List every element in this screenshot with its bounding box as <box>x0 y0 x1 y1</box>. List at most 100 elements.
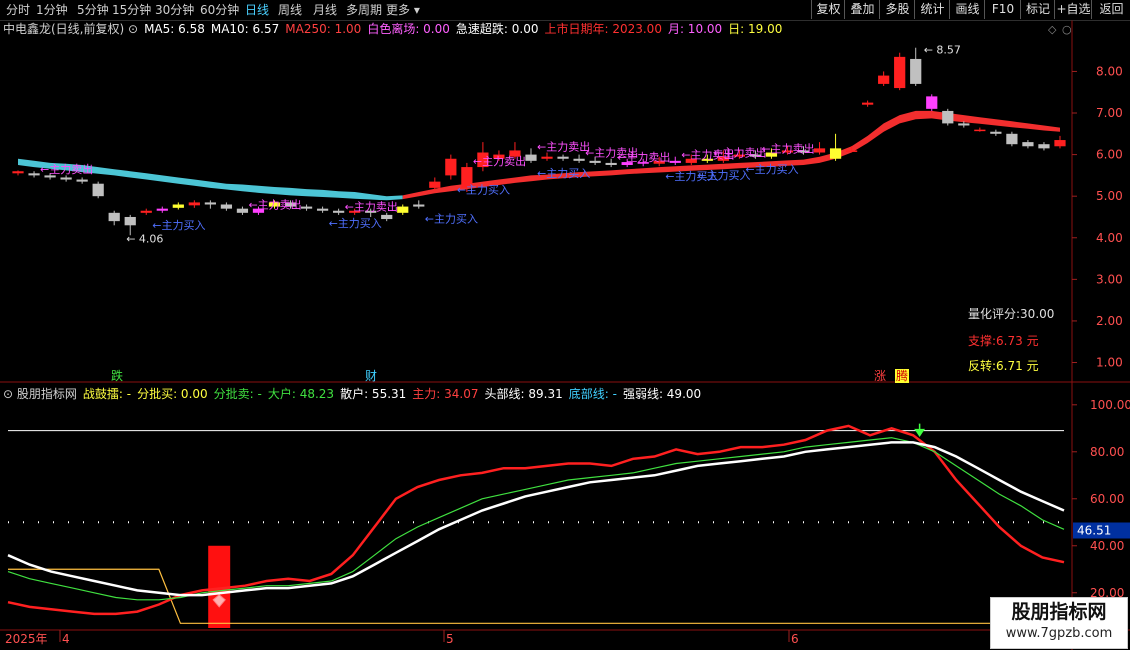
buy-signal-label: ←主力买入 <box>152 219 205 232</box>
candle-body <box>236 208 249 213</box>
candle-body <box>60 177 72 180</box>
toolbar-button[interactable]: +自选 <box>1054 0 1092 19</box>
candle-body <box>429 181 441 188</box>
sell-signal-label: ←主力卖出 <box>473 154 526 168</box>
candle-body <box>926 96 938 109</box>
indicator-value: 分批卖: - <box>214 386 262 401</box>
toolbar-button[interactable]: F10 <box>984 0 1021 19</box>
candle <box>92 181 104 199</box>
candle <box>974 127 986 132</box>
y-tick-label: 3.00 <box>1096 272 1123 286</box>
period-tab[interactable]: 月线 <box>313 2 337 18</box>
circle-icon: ○ <box>1062 23 1072 36</box>
candle-body <box>413 204 425 207</box>
candle <box>188 200 200 208</box>
last-value-text: 46.51 <box>1077 523 1111 537</box>
candle-body <box>894 56 906 89</box>
candle-body <box>124 216 136 226</box>
toolbar-button[interactable]: 多股 <box>879 0 915 19</box>
toolbar-button[interactable]: 叠加 <box>844 0 880 19</box>
candle-body <box>878 75 890 84</box>
indicator-value: 战鼓擂: - <box>83 387 131 401</box>
candle <box>557 154 569 161</box>
header-value: 上市日期年: 2023.00 <box>544 21 661 36</box>
toolbar-button[interactable]: 复权 <box>811 0 845 19</box>
candle <box>316 206 329 213</box>
candle-body <box>381 214 393 220</box>
period-tab[interactable]: 日线 <box>245 2 269 18</box>
sell-signal-label: ←主力卖出 <box>345 200 398 214</box>
header-value: MA10: 6.57 <box>211 22 279 36</box>
y-tick-label: 60.00 <box>1090 492 1124 506</box>
candle-body <box>605 162 617 165</box>
buy-signal-label: ←主力买入 <box>457 184 510 197</box>
candle <box>445 154 457 180</box>
indicator-value: 分批买: 0.00 <box>137 386 208 401</box>
candle <box>1006 131 1018 147</box>
low-price-label: ← 4.06 <box>126 232 163 245</box>
candle <box>108 210 120 226</box>
retail-line <box>7 441 1065 597</box>
candle-body <box>172 204 184 208</box>
candle-body <box>974 129 986 132</box>
candle-body <box>910 58 922 84</box>
indicator-value: 散户: 55.31 <box>340 386 406 401</box>
candle-body <box>28 173 40 176</box>
toolbar-button[interactable]: 统计 <box>914 0 950 19</box>
candle <box>204 200 216 209</box>
candle-body <box>220 204 233 209</box>
candle <box>220 202 233 211</box>
buy-signal-label: ←主力买入 <box>425 213 478 226</box>
toolbar-button[interactable]: 画线 <box>949 0 985 19</box>
period-tab[interactable]: 5分钟 <box>77 2 109 18</box>
candle <box>525 148 537 163</box>
y-tick-label: 40.00 <box>1090 539 1124 553</box>
indicator-value: 底部线: - <box>569 386 617 401</box>
indicator-value: 主力: 34.07 <box>412 387 478 401</box>
candle-body <box>316 208 329 211</box>
period-tab[interactable]: 更多 ▾ <box>386 2 420 18</box>
toolbar: 分时 1分钟 5分钟 15分钟 30分钟 60分钟 日线 周线 月线 多周期 更多 ▾ 复权 叠加 多股统… <box>0 0 1130 21</box>
candle <box>140 208 152 215</box>
candle <box>605 158 617 168</box>
candle-body <box>76 179 88 182</box>
candle-body <box>445 158 457 176</box>
indicator-title: ⊙ 股朋指标网 <box>3 386 77 401</box>
period-tab[interactable]: 1分钟 <box>36 2 68 18</box>
candle <box>397 204 409 215</box>
period-tab[interactable]: 分时 <box>6 2 30 18</box>
candle <box>573 154 585 163</box>
candle-body <box>108 212 120 222</box>
price-header: 中电鑫龙(日线,前复权) ⊙ MA5: 6.58 MA10: 6.57 MA250: … <box>3 21 782 36</box>
period-tab[interactable]: 周线 <box>278 2 302 18</box>
high-price-label: ← 8.57 <box>924 44 961 57</box>
base-line <box>8 568 1064 624</box>
header-value: 月: 10.00 <box>668 22 722 36</box>
indicator-value: 大户: 48.23 <box>268 386 334 401</box>
period-tab[interactable]: 15分钟 <box>112 2 151 18</box>
candle <box>236 206 249 215</box>
candle <box>990 129 1002 136</box>
period-tab[interactable]: 30分钟 <box>155 2 194 18</box>
big-holder-line <box>7 437 1065 601</box>
candle <box>381 212 393 222</box>
header-value: 急速超跌: 0.00 <box>456 21 539 36</box>
down-arrow-icon <box>914 423 926 437</box>
period-tab[interactable]: 60分钟 <box>200 2 239 18</box>
toolbar-button[interactable]: 返回 <box>1091 0 1130 19</box>
candle <box>60 175 72 182</box>
period-tab[interactable]: 多周期 <box>346 2 382 18</box>
candle-body <box>541 156 553 159</box>
indicator-value: 头部线: 89.31 <box>485 386 563 401</box>
reversal-label: 反转:6.71 元 <box>968 358 1039 373</box>
candle <box>862 100 874 107</box>
toolbar-button[interactable]: 标记 <box>1020 0 1055 19</box>
candle-body <box>92 183 104 197</box>
candle-body <box>990 131 1002 134</box>
candle <box>1054 135 1066 149</box>
watermark-url: www.7gpzb.com <box>1005 626 1113 641</box>
marker-cai: 财 <box>365 369 377 383</box>
candle <box>541 152 553 161</box>
candle <box>172 202 184 210</box>
y-tick-label: 6.00 <box>1096 148 1123 162</box>
